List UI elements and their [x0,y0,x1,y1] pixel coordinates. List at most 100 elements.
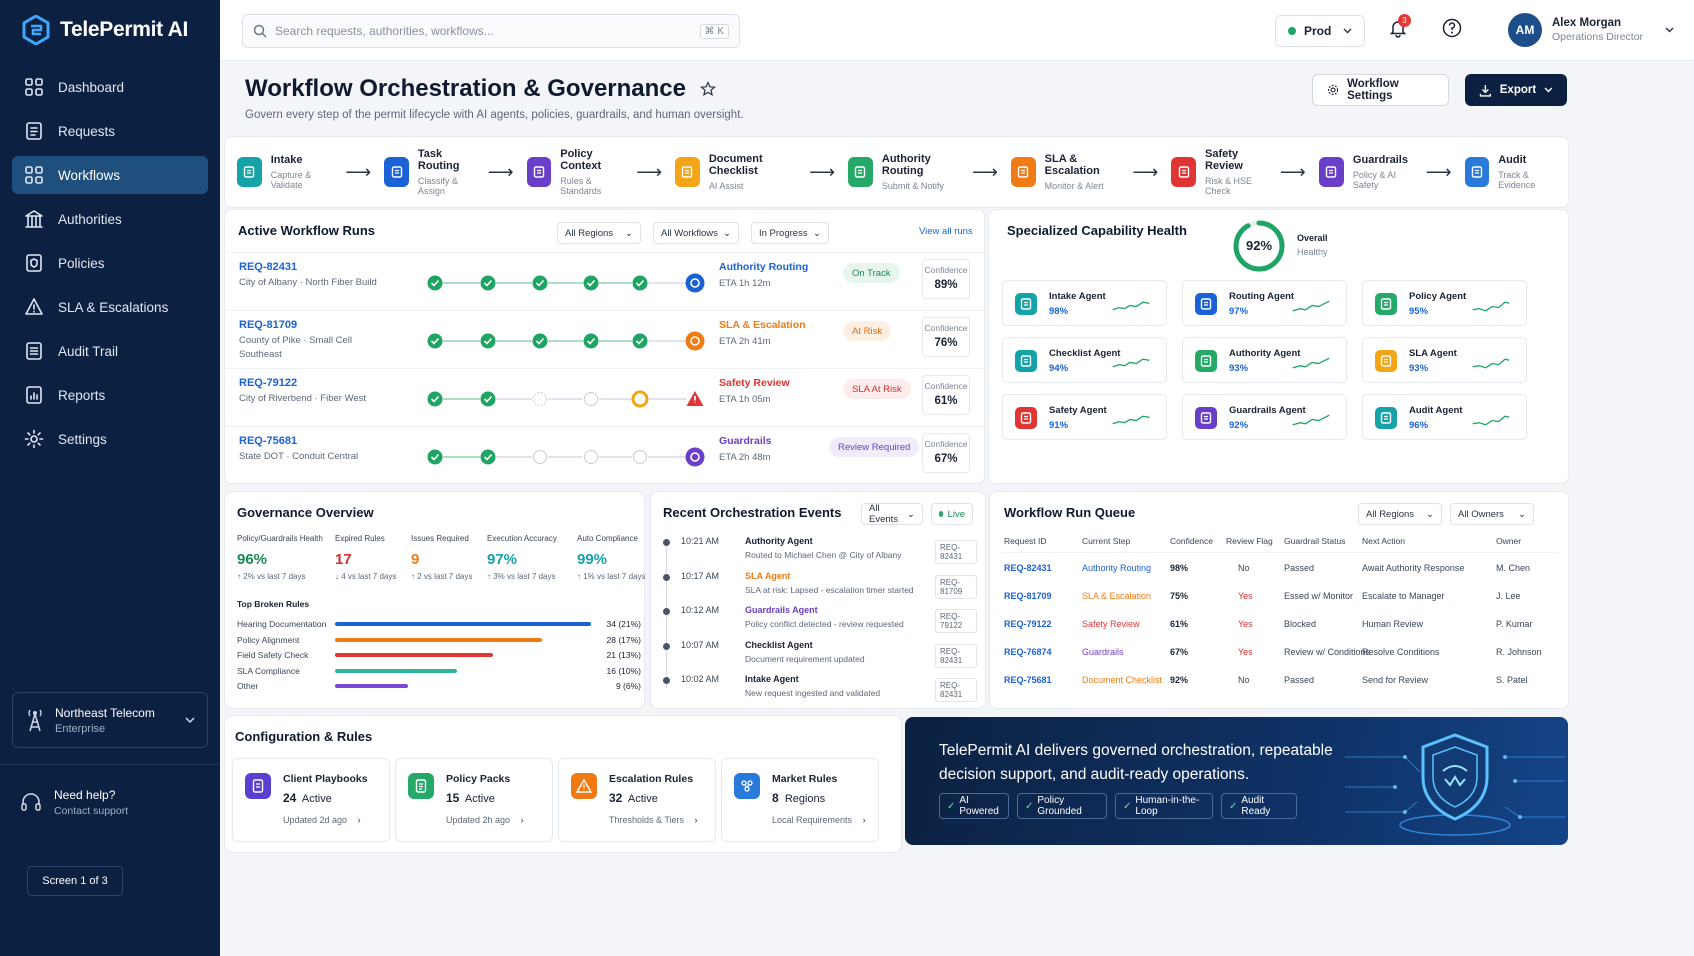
pipeline-stage-authority-routing[interactable]: Authority Routing Submit & Notify [848,153,959,191]
config-tile-market-rules[interactable]: Market Rules 8 Regions Local Requirement… [721,758,879,842]
table-row[interactable]: REQ-79122 Safety Review 61% Yes Blocked Human… [990,614,1568,640]
timeline-dot [663,573,670,581]
sidebar-item-sla-escalations[interactable]: SLA & Escalations [12,288,208,326]
sidebar-item-reports[interactable]: Reports [12,376,208,414]
run-row[interactable]: REQ-79122 City of Riverbend · Fiber West… [225,368,984,426]
page-title-text: Workflow Orchestration & Governance [245,75,686,102]
notification-count: 3 [1398,14,1411,27]
agent-card[interactable]: Authority Agent 93% [1182,337,1347,383]
export-button[interactable]: Export [1465,74,1567,106]
event-item[interactable]: 10:17 AM SLA Agent SLA at risk: Lapsed -… [663,571,977,605]
brand-logo[interactable]: TelePermit AI [0,0,220,60]
pipeline-stage-audit[interactable]: Audit Track & Evidence [1464,154,1556,190]
run-current-step[interactable]: Guardrails [719,435,772,447]
sidebar-item-policies[interactable]: Policies [12,244,208,282]
search-input[interactable] [275,24,692,38]
agent-card[interactable]: Audit Agent 96% [1362,394,1527,440]
table-cell-flag: Yes [1238,619,1253,629]
run-row[interactable]: REQ-75681 State DOT · Conduit Central Gu… [225,426,984,484]
table-row[interactable]: REQ-76874 Guardrails 67% Yes Review w/ Condi… [990,642,1568,668]
event-ref[interactable]: REQ-82431 [935,643,977,668]
config-tile-client-playbooks[interactable]: Client Playbooks 24 Active Updated 2d ag… [232,758,390,842]
event-ref[interactable]: REQ-82431 [935,540,977,564]
step-complete-icon [480,391,496,407]
table-cell-id[interactable]: REQ-81709 [1004,591,1052,601]
table-row[interactable]: REQ-82431 Authority Routing 98% No Passed Awa… [990,558,1568,584]
search-icon [253,24,267,38]
agent-card[interactable]: Policy Agent 95% [1362,280,1527,326]
agent-card[interactable]: Routing Agent 97% [1182,280,1347,326]
stage-name: Authority Routing [881,153,931,177]
sidebar-item-label: Audit Trail [58,343,119,359]
run-id[interactable]: REQ-82431 [239,261,297,273]
run-id[interactable]: REQ-75681 [239,435,297,447]
run-current-step[interactable]: Safety Review [719,377,790,389]
broken-rule-bar [335,668,457,673]
pipeline-stage-guardrails[interactable]: Guardrails Policy & AI Safety [1318,154,1413,190]
workflow-settings-button[interactable]: Workflow Settings [1312,74,1449,106]
agent-card[interactable]: Checklist Agent 94% [1002,337,1167,383]
pipeline-stage-task-routing[interactable]: Task Routing Classify & Assign [384,148,475,196]
table-cell-id[interactable]: REQ-82431 [1004,563,1052,573]
agent-card[interactable]: Guardrails Agent 92% [1182,394,1347,440]
queue-filter-owners[interactable]: All Owners ⌄ [1450,503,1534,525]
filter-regions[interactable]: All Regions ⌄ [557,222,641,244]
events-filter[interactable]: All Events ⌄ [861,503,923,525]
filter-status[interactable]: In Progress ⌄ [751,222,829,244]
notifications-button[interactable]: 3 [1388,14,1411,43]
sidebar-item-audit-trail[interactable]: Audit Trail [12,332,208,370]
environment-select[interactable]: Prod [1275,15,1365,47]
table-row[interactable]: REQ-75681 Document Checklist 92% No Passed Se… [990,670,1568,696]
event-ref[interactable]: REQ-82431 [935,678,977,702]
event-item[interactable]: 10:21 AM Authority Agent Routed to Micha… [663,536,977,570]
kpi-value: 97% [487,551,518,568]
sidebar-item-authorities[interactable]: Authorities [12,200,208,238]
event-item[interactable]: 10:07 AM Checklist Agent Document requir… [663,640,977,674]
org-switcher[interactable]: Northeast Telecom Enterprise [12,692,208,748]
pipeline-stage-document-checklist[interactable]: Document Checklist AI Assist [675,153,796,191]
help-button[interactable] [1442,18,1462,43]
config-footnote-text: Thresholds & Tiers [609,815,685,825]
run-id[interactable]: REQ-79122 [239,377,297,389]
search-box[interactable]: ⌘ K [242,14,740,48]
config-tile-policy-packs[interactable]: Policy Packs 15 Active Updated 2h ago › [395,758,553,842]
queue-filter-regions[interactable]: All Regions ⌄ [1358,503,1442,525]
pipeline-stage-intake[interactable]: Intake Capture & Validate [237,154,332,190]
event-ref[interactable]: REQ-79122 [935,609,977,633]
event-item[interactable]: 10:02 AM Intake Agent New request ingest… [663,674,977,708]
table-cell-id[interactable]: REQ-76874 [1004,647,1052,657]
live-toggle[interactable]: Live [931,503,973,525]
table-row[interactable]: REQ-81709 SLA & Escalation 75% Yes Essed w/ … [990,586,1568,612]
star-icon[interactable] [700,81,716,97]
table-cell-id[interactable]: REQ-79122 [1004,619,1052,629]
agent-card[interactable]: Safety Agent 91% [1002,394,1167,440]
sidebar-item-dashboard[interactable]: Dashboard [12,68,208,106]
run-row[interactable]: REQ-82431 City of Albany · North Fiber B… [225,252,984,310]
event-time: 10:12 AM [681,605,720,615]
run-progress-steps [427,390,687,408]
user-menu[interactable]: AM Alex Morgan Operations Director [1508,13,1674,47]
table-cell-id[interactable]: REQ-75681 [1004,675,1052,685]
run-current-step[interactable]: Authority Routing [719,261,808,273]
run-id[interactable]: REQ-81709 [239,319,297,331]
run-current-step[interactable]: SLA & Escalation [719,319,806,331]
agent-card[interactable]: Intake Agent 98% [1002,280,1167,326]
pipeline-stage-policy-context[interactable]: Policy Context Rules & Standards [526,148,624,196]
sidebar-item-label: Policies [58,255,105,271]
pipeline-stage-safety-review[interactable]: Safety Review Risk & HSE Check [1171,148,1267,196]
pipeline-stage-sla-escalation[interactable]: SLA & Escalation Monitor & Alert [1010,153,1120,191]
sidebar-item-workflows[interactable]: Workflows [12,156,208,194]
agent-card[interactable]: SLA Agent 93% [1362,337,1527,383]
stage-desc: Monitor & Alert [1044,181,1104,191]
list-icon [24,341,44,361]
sidebar-item-settings[interactable]: Settings [12,420,208,458]
help-link[interactable]: Need help? Contact support [20,788,128,817]
event-ref[interactable]: REQ-81709 [935,574,977,599]
sidebar-item-requests[interactable]: Requests [12,112,208,150]
filter-workflows[interactable]: All Workflows ⌄ [653,222,739,244]
run-row[interactable]: REQ-81709 County of Pike · Small Cell So… [225,310,984,368]
agent-icon [1195,293,1217,315]
event-item[interactable]: 10:12 AM Guardrails Agent Policy conflic… [663,605,977,639]
view-all-runs-link[interactable]: View all runs [919,226,973,237]
config-tile-escalation-rules[interactable]: Escalation Rules 32 Active Thresholds & … [558,758,716,842]
